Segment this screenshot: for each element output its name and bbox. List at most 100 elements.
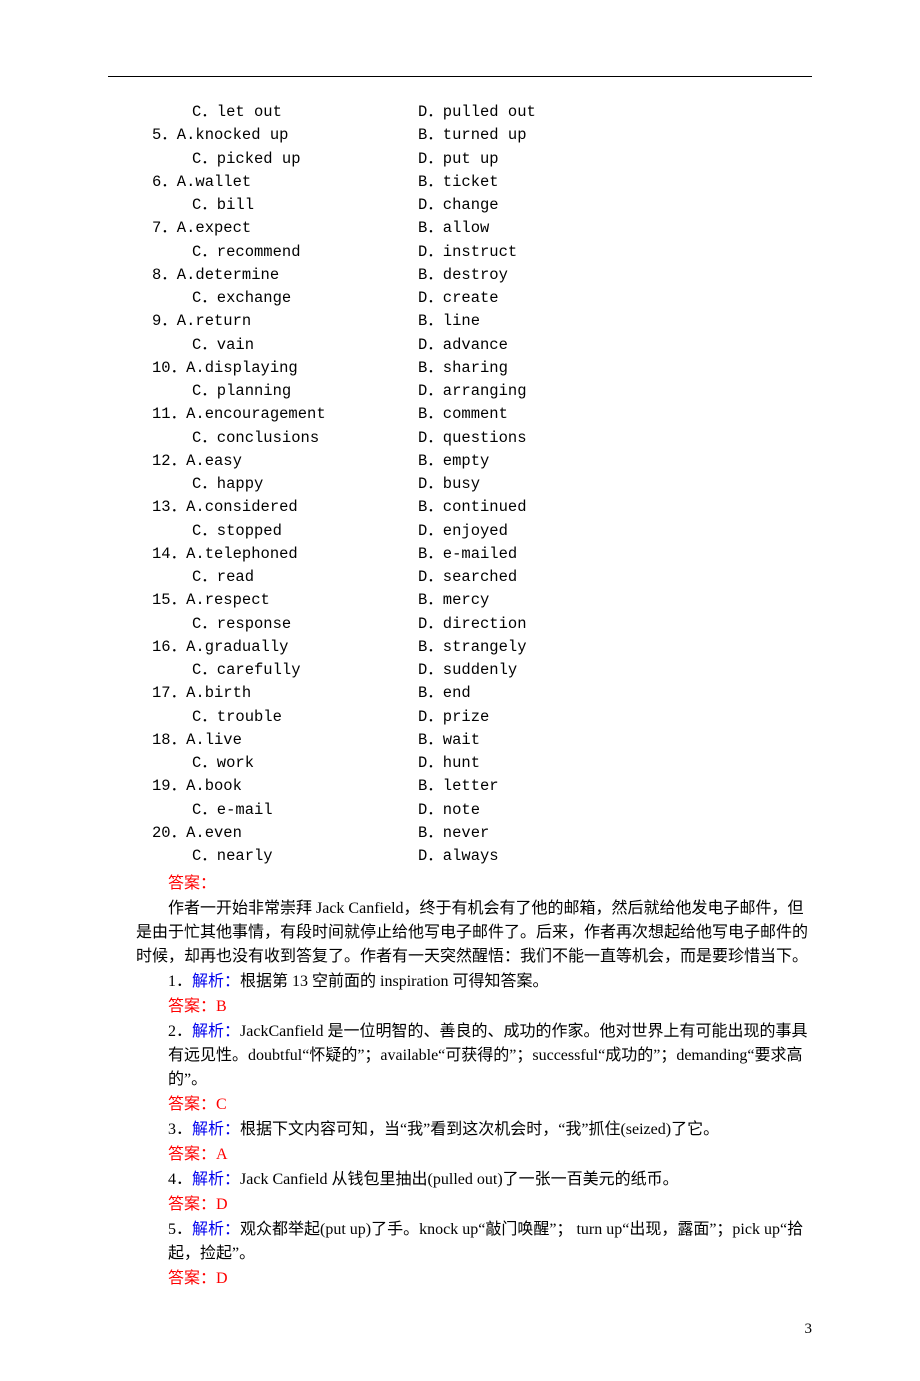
answer-line: 答案：B — [108, 995, 812, 1019]
explanation-prefix: 解析： — [192, 1121, 240, 1138]
option-left: 8．A.determine — [152, 264, 418, 287]
option-row: C．conclusionsD．questions — [108, 427, 812, 450]
option-row: C．let outD．pulled out — [108, 101, 812, 124]
option-left: C．read — [152, 566, 418, 589]
explanation-number: 3． — [168, 1121, 192, 1138]
option-row: 13．A.consideredB．continued — [108, 496, 812, 519]
option-right: B．sharing — [418, 357, 812, 380]
explanation-line: 5．解析：观众都举起(put up)了手。knock up“敲门唤醒”； tur… — [108, 1218, 812, 1266]
answer-label: 答案： — [168, 875, 216, 892]
option-right: B．line — [418, 310, 812, 333]
option-right: D．suddenly — [418, 659, 812, 682]
option-right: D．note — [418, 799, 812, 822]
option-right: B．mercy — [418, 589, 812, 612]
option-left: C．vain — [152, 334, 418, 357]
explanation-prefix: 解析： — [192, 1171, 240, 1188]
page-number: 3 — [108, 1292, 812, 1341]
option-right: D．advance — [418, 334, 812, 357]
option-left: 12．A.easy — [152, 450, 418, 473]
option-right: B．wait — [418, 729, 812, 752]
option-left: 11．A.encouragement — [152, 403, 418, 426]
option-left: 20．A.even — [152, 822, 418, 845]
option-right: B．destroy — [418, 264, 812, 287]
answer-line: 答案：A — [108, 1143, 812, 1167]
option-right: D．questions — [418, 427, 812, 450]
explanation-number: 4． — [168, 1171, 192, 1188]
option-right: B．allow — [418, 217, 812, 240]
explanation-prefix: 解析： — [192, 1221, 240, 1238]
option-row: C．billD．change — [108, 194, 812, 217]
option-row: 19．A.bookB．letter — [108, 775, 812, 798]
explanations-block: 1．解析：根据第 13 空前面的 inspiration 可得知答案。答案：B2… — [108, 970, 812, 1291]
option-row: C．e-mailD．note — [108, 799, 812, 822]
option-row: 7．A.expectB．allow — [108, 217, 812, 240]
explanation-number: 2． — [168, 1023, 192, 1040]
option-right: D．put up — [418, 148, 812, 171]
top-rule — [108, 76, 812, 77]
option-row: 18．A.liveB．wait — [108, 729, 812, 752]
option-right: D．busy — [418, 473, 812, 496]
option-left: 19．A.book — [152, 775, 418, 798]
option-left: C．stopped — [152, 520, 418, 543]
option-row: C．picked upD．put up — [108, 148, 812, 171]
option-right: B．ticket — [418, 171, 812, 194]
option-row: 10．A.displayingB．sharing — [108, 357, 812, 380]
option-right: D．enjoyed — [418, 520, 812, 543]
option-right: D．always — [418, 845, 812, 868]
option-row: C．stoppedD．enjoyed — [108, 520, 812, 543]
option-row: C．exchangeD．create — [108, 287, 812, 310]
explanation-body: Jack Canfield 从钱包里抽出(pulled out)了一张一百美元的… — [240, 1171, 679, 1188]
option-row: 17．A.birthB．end — [108, 682, 812, 705]
option-row: C．vainD．advance — [108, 334, 812, 357]
option-left: C．conclusions — [152, 427, 418, 450]
explanation-line: 3．解析：根据下文内容可知，当“我”看到这次机会时，“我”抓住(seized)了… — [108, 1118, 812, 1142]
option-row: 5．A.knocked upB．turned up — [108, 124, 812, 147]
option-right: B．empty — [418, 450, 812, 473]
option-row: C．planningD．arranging — [108, 380, 812, 403]
option-row: 6．A.walletB．ticket — [108, 171, 812, 194]
option-right: B．never — [418, 822, 812, 845]
passage-paragraph: 作者一开始非常崇拜 Jack Canfield，终于有机会有了他的邮箱，然后就给… — [108, 897, 812, 969]
option-left: C．bill — [152, 194, 418, 217]
option-left: C．picked up — [152, 148, 418, 171]
option-right: D．arranging — [418, 380, 812, 403]
option-right: D．create — [418, 287, 812, 310]
option-right: B．e-mailed — [418, 543, 812, 566]
option-left: 7．A.expect — [152, 217, 418, 240]
page: C．let outD．pulled out5．A.knocked upB．tur… — [0, 0, 920, 1381]
answer-header: 答案： — [108, 872, 812, 896]
option-row: C．responseD．direction — [108, 613, 812, 636]
option-left: C．carefully — [152, 659, 418, 682]
option-left: C．trouble — [152, 706, 418, 729]
explanation-body: 观众都举起(put up)了手。knock up“敲门唤醒”； turn up“… — [168, 1221, 803, 1262]
explanation-number: 1． — [168, 973, 192, 990]
explanation-body: JackCanfield 是一位明智的、善良的、成功的作家。他对世界上有可能出现… — [168, 1023, 808, 1088]
option-left: C．nearly — [152, 845, 418, 868]
option-left: 9．A.return — [152, 310, 418, 333]
option-left: 15．A.respect — [152, 589, 418, 612]
option-row: C．workD．hunt — [108, 752, 812, 775]
explanation-number: 5． — [168, 1221, 192, 1238]
option-right: D．change — [418, 194, 812, 217]
option-row: 14．A.telephonedB．e-mailed — [108, 543, 812, 566]
explanation-line: 4．解析：Jack Canfield 从钱包里抽出(pulled out)了一张… — [108, 1168, 812, 1192]
option-row: 11．A.encouragementB．comment — [108, 403, 812, 426]
options-list: C．let outD．pulled out5．A.knocked upB．tur… — [108, 101, 812, 868]
explanation-body: 根据下文内容可知，当“我”看到这次机会时，“我”抓住(seized)了它。 — [240, 1121, 719, 1138]
option-left: 14．A.telephoned — [152, 543, 418, 566]
option-row: 12．A.easyB．empty — [108, 450, 812, 473]
option-left: 10．A.displaying — [152, 357, 418, 380]
option-left: C．recommend — [152, 241, 418, 264]
option-right: B．letter — [418, 775, 812, 798]
option-right: B．end — [418, 682, 812, 705]
option-left: C．e-mail — [152, 799, 418, 822]
option-left: C．planning — [152, 380, 418, 403]
explanation-prefix: 解析： — [192, 973, 240, 990]
option-row: C．readD．searched — [108, 566, 812, 589]
option-row: 9．A.returnB．line — [108, 310, 812, 333]
answer-line: 答案：D — [108, 1193, 812, 1217]
option-row: 15．A.respectB．mercy — [108, 589, 812, 612]
answer-line: 答案：D — [108, 1267, 812, 1291]
option-right: D．pulled out — [418, 101, 812, 124]
explanation-prefix: 解析： — [192, 1023, 240, 1040]
